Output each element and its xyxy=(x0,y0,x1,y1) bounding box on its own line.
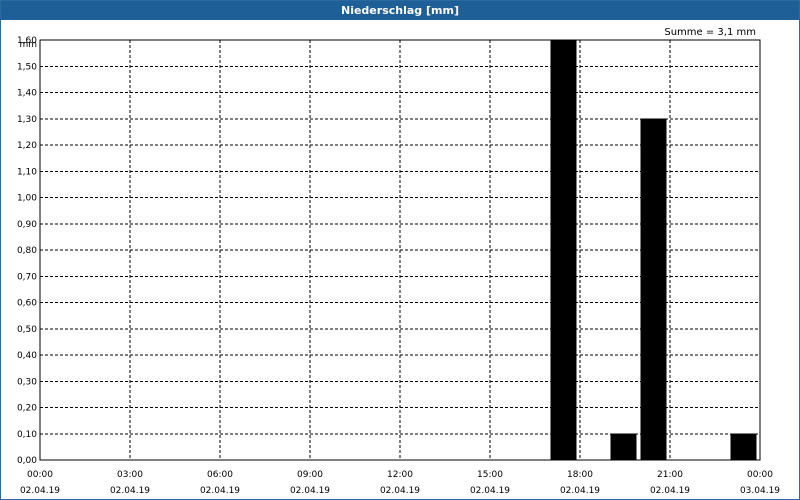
x-tick-time: 18:00 xyxy=(567,470,593,480)
x-tick-time: 15:00 xyxy=(477,470,503,480)
y-tick-label: 0,90 xyxy=(17,220,37,230)
y-tick-label: 0,70 xyxy=(17,272,37,282)
y-tick-label: 1,40 xyxy=(17,89,37,99)
precipitation-chart: 0,00 0,10 0,20 0,30 0,40 0,50 0,60 0,70 0,80 0,90… xyxy=(17,36,780,496)
y-tick-label: 1,20 xyxy=(17,141,37,151)
y-tick-label: 1,00 xyxy=(17,194,37,204)
x-tick-time: 12:00 xyxy=(387,470,413,480)
y-tick-label: 0,00 xyxy=(17,456,37,466)
y-tick-label: 0,10 xyxy=(17,430,37,440)
precipitation-bar xyxy=(610,433,637,461)
y-tick-label: 1,50 xyxy=(17,62,37,72)
y-tick-label: 1,30 xyxy=(17,115,37,125)
x-tick-date: 02.04.19 xyxy=(290,486,330,496)
x-tick-time: 09:00 xyxy=(297,470,323,480)
precipitation-bar xyxy=(550,39,577,461)
x-tick-date: 02.04.19 xyxy=(560,486,600,496)
y-tick-label: 0,50 xyxy=(17,325,37,335)
x-tick-time: 00:00 xyxy=(747,470,773,480)
x-tick-time: 21:00 xyxy=(657,470,683,480)
y-tick-label: 1,10 xyxy=(17,167,37,177)
precipitation-bar xyxy=(640,118,667,461)
x-tick-time: 00:00 xyxy=(27,470,53,480)
y-tick-label: 0,20 xyxy=(17,404,37,414)
x-tick-date: 02.04.19 xyxy=(20,486,60,496)
y-tick-label: 0,80 xyxy=(17,246,37,256)
x-tick-date: 02.04.19 xyxy=(650,486,690,496)
x-tick-date: 02.04.19 xyxy=(380,486,420,496)
x-tick-time: 03:00 xyxy=(117,470,143,480)
x-tick-date: 03.04.19 xyxy=(740,486,780,496)
x-tick-date: 02.04.19 xyxy=(470,486,510,496)
x-tick-time: 06:00 xyxy=(207,470,233,480)
y-tick-label: 0,30 xyxy=(17,377,37,387)
precipitation-bar xyxy=(730,433,757,461)
y-tick-label: 0,40 xyxy=(17,351,37,361)
x-tick-date: 02.04.19 xyxy=(110,486,150,496)
x-tick-date: 02.04.19 xyxy=(200,486,240,496)
y-axis-label: mm xyxy=(19,40,37,50)
y-tick-label: 0,60 xyxy=(17,299,37,309)
